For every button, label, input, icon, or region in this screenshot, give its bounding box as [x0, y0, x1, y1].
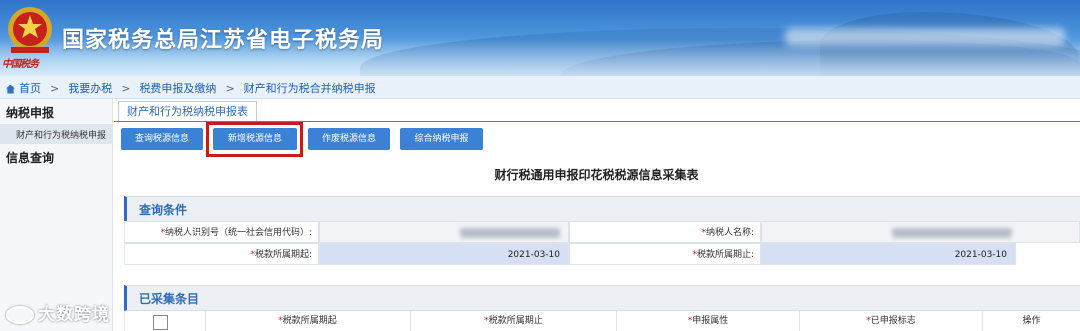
period-end-input[interactable]: 2021-03-10 — [761, 243, 1016, 265]
query-source-button[interactable]: 查询税源信息 — [121, 128, 203, 150]
breadcrumb-separator: > — [50, 82, 60, 95]
label-text: 税款所属期起: — [254, 250, 312, 260]
sidebar: 纳税申报 财产和行为税纳税申报 信息查询 — [0, 99, 113, 331]
tax-emblem-icon — [8, 7, 52, 53]
column-header: *税款所属期起 — [205, 311, 411, 331]
sidebar-section-info-query[interactable]: 信息查询 — [6, 149, 54, 166]
sidebar-section-tax-filing[interactable]: 纳税申报 — [6, 104, 54, 121]
section-title: 已采集条目 — [139, 292, 200, 306]
period-start-input[interactable]: 2021-03-10 — [319, 243, 569, 265]
column-label: 税款所属期起 — [282, 316, 337, 326]
column-header: 操作 — [1022, 316, 1041, 326]
breadcrumb-item[interactable]: 税费申报及缴纳 — [139, 82, 216, 95]
taxpayer-name-field[interactable] — [761, 221, 1080, 243]
column-header: *税款所属期止 — [411, 311, 617, 331]
watermark-text: 大数跨境 — [38, 305, 110, 325]
taxpayer-id-field[interactable] — [319, 221, 569, 243]
period-end-label: *税款所属期止: — [569, 243, 761, 265]
column-label: 税款所属期止 — [488, 316, 543, 326]
sidebar-item-label: 财产和行为税纳税申报 — [16, 131, 107, 141]
blurred-user-info — [785, 28, 1065, 46]
label-text: 纳税人名称: — [705, 228, 754, 238]
select-all-checkbox[interactable] — [153, 315, 168, 330]
breadcrumb-home[interactable]: 首页 — [19, 82, 41, 95]
query-section-header: 查询条件 — [124, 196, 1080, 222]
highlight-box — [206, 122, 303, 157]
label-text: 税款所属期止: — [696, 250, 754, 260]
header-banner: 中国税务 国家税务总局江苏省电子税务局 — [0, 0, 1080, 76]
column-header: *申报属性 — [617, 311, 800, 331]
label-text: 纳税人识别号（统一社会信用代码）: — [164, 228, 312, 238]
site-title: 国家税务总局江苏省电子税务局 — [62, 28, 385, 53]
breadcrumb-separator: > — [225, 82, 235, 95]
section-title: 查询条件 — [139, 203, 188, 217]
breadcrumb-item[interactable]: 财产和行为税合并纳税申报 — [244, 82, 376, 95]
home-icon — [6, 84, 15, 94]
column-label: 申报属性 — [692, 316, 729, 326]
column-label: 已申报标志 — [870, 316, 916, 326]
emblem-caption: 中国税务 — [2, 59, 39, 70]
breadcrumb-bar: 首页 > 我要办税 > 税费申报及缴纳 > 财产和行为税合并纳税申报 — [0, 76, 1080, 99]
void-source-button[interactable]: 作废税源信息 — [308, 128, 390, 150]
breadcrumb-item[interactable]: 我要办税 — [68, 82, 112, 95]
watermark: 大数跨境 — [6, 300, 110, 325]
breadcrumb: 首页 > 我要办税 > 税费申报及缴纳 > 财产和行为税合并纳税申报 — [6, 80, 376, 96]
taxpayer-name-label: *纳税人名称: — [569, 221, 761, 243]
form-title: 财行税通用申报印花税税源信息采集表 — [494, 168, 699, 182]
breadcrumb-separator: > — [121, 82, 131, 95]
collected-section-header: 已采集条目 — [124, 285, 1080, 311]
period-start-label: *税款所属期起: — [124, 243, 319, 265]
taxpayer-id-label: *纳税人识别号（统一社会信用代码）: — [124, 221, 319, 243]
sidebar-item-property-tax-filing[interactable]: 财产和行为税纳税申报 — [0, 124, 112, 144]
watermark-logo-icon — [6, 306, 34, 324]
blurred-value — [460, 228, 560, 238]
blurred-value — [892, 228, 1012, 238]
combined-filing-button[interactable]: 综合纳税申报 — [400, 128, 483, 150]
column-header: *已申报标志 — [800, 311, 983, 331]
